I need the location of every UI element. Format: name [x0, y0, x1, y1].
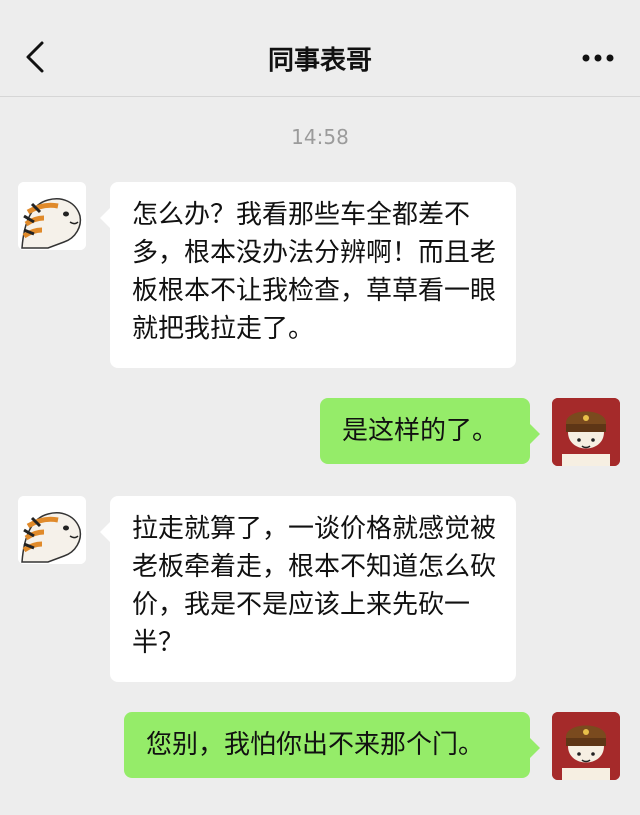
- message-bubble[interactable]: 您别，我怕你出不来那个门。: [124, 712, 540, 778]
- chat-header: 同事表哥: [0, 0, 640, 97]
- message-bubble[interactable]: 怎么办？我看那些车全都差不多，根本没办法分辨啊！而且老板根本不让我检查，草草看一…: [100, 182, 516, 368]
- message-timestamp: 14:58: [291, 125, 349, 149]
- user-avatar[interactable]: [552, 712, 620, 780]
- tiger-avatar[interactable]: [18, 496, 86, 564]
- user-avatar[interactable]: [552, 398, 620, 466]
- more-dots-icon[interactable]: [578, 46, 618, 70]
- message-bubble[interactable]: 拉走就算了，一谈价格就感觉被老板牵着走，根本不知道怎么砍价，我是不是应该上来先砍…: [100, 496, 516, 682]
- tiger-avatar[interactable]: [18, 182, 86, 250]
- chat-title: 同事表哥: [267, 46, 372, 76]
- message-bubble[interactable]: 是这样的了。: [320, 398, 540, 464]
